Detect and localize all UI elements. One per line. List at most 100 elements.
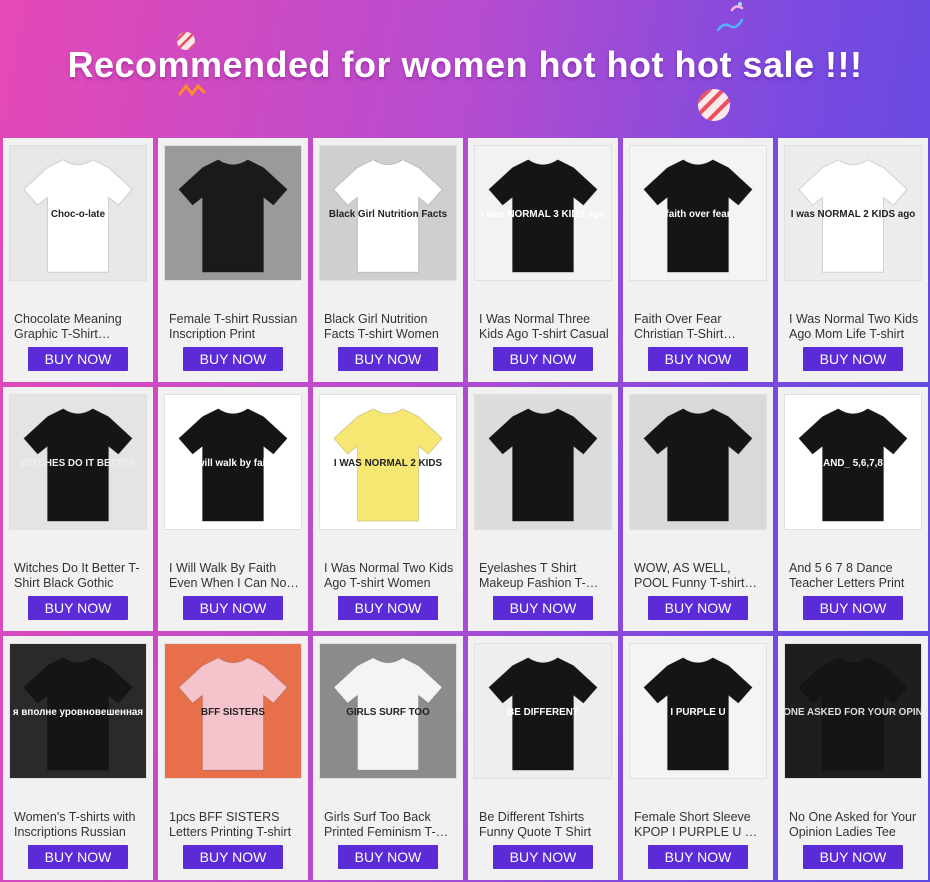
buy-now-button[interactable]: BUY NOW: [803, 596, 903, 620]
product-card[interactable]: WOW, AS WELL, POOL Funny T-shirt Women BU…: [623, 387, 773, 631]
product-card[interactable]: Choc-o-late Chocolate Meaning Graphic T-S…: [3, 138, 153, 382]
svg-text:faith over fear: faith over fear: [665, 209, 730, 220]
product-title[interactable]: And 5 6 7 8 Dance Teacher Letters Print: [789, 561, 919, 591]
product-image[interactable]: [474, 394, 612, 530]
svg-text:Black Girl Nutrition Facts: Black Girl Nutrition Facts: [329, 209, 448, 220]
buy-now-button[interactable]: BUY NOW: [803, 347, 903, 371]
product-title[interactable]: I Was Normal Two Kids Ago Mom Life T-shi…: [789, 312, 919, 342]
confetti-ribbon-decoration: [716, 2, 744, 32]
tshirt-photo-icon: Black Girl Nutrition Facts: [320, 146, 456, 280]
product-card[interactable]: Black Girl Nutrition Facts Black Girl Nut…: [313, 138, 463, 382]
product-image[interactable]: [629, 394, 767, 530]
product-card[interactable]: I was NORMAL 2 KIDS ago I Was Normal Two …: [778, 138, 928, 382]
product-title[interactable]: Female T-shirt Russian Inscription Print: [169, 312, 299, 342]
tshirt-photo-icon: NO ONE ASKED FOR YOUR OPINION: [785, 644, 921, 778]
svg-text:I will walk by faith: I will walk by faith: [191, 458, 274, 469]
product-card[interactable]: NO ONE ASKED FOR YOUR OPINION No One Aske…: [778, 636, 928, 880]
striped-ball-decoration-large: [698, 89, 730, 121]
tshirt-photo-icon: WITCHES DO IT BETTER: [10, 395, 146, 529]
product-title[interactable]: WOW, AS WELL, POOL Funny T-shirt Women: [634, 561, 764, 591]
product-card[interactable]: I PURPLE U Female Short Sleeve KPOP I PUR…: [623, 636, 773, 880]
product-image[interactable]: WITCHES DO IT BETTER: [9, 394, 147, 530]
tshirt-photo-icon: я вполне уровновешенная: [10, 644, 146, 778]
svg-text:я вполне уровновешенная: я вполне уровновешенная: [13, 707, 143, 718]
product-title[interactable]: 1pcs BFF SISTERS Letters Printing T-shir…: [169, 810, 299, 840]
product-image[interactable]: I will walk by faith: [164, 394, 302, 530]
buy-now-button[interactable]: BUY NOW: [648, 347, 748, 371]
buy-now-button[interactable]: BUY NOW: [493, 845, 593, 869]
product-title[interactable]: Chocolate Meaning Graphic T-Shirt Women: [14, 312, 144, 342]
svg-text:I PURPLE U: I PURPLE U: [670, 707, 725, 718]
product-card[interactable]: faith over fear Faith Over Fear Christian…: [623, 138, 773, 382]
tshirt-photo-icon: I PURPLE U: [630, 644, 766, 778]
buy-now-button[interactable]: BUY NOW: [493, 596, 593, 620]
buy-now-button[interactable]: BUY NOW: [183, 596, 283, 620]
product-card[interactable]: я вполне уровновешенная Women's T-shirts …: [3, 636, 153, 880]
svg-text:BE DIFFERENT: BE DIFFERENT: [507, 707, 579, 718]
product-grid: Choc-o-late Chocolate Meaning Graphic T-S…: [3, 138, 928, 880]
product-image[interactable]: GIRLS SURF TOO: [319, 643, 457, 779]
buy-now-button[interactable]: BUY NOW: [338, 845, 438, 869]
tshirt-photo-icon: faith over fear: [630, 146, 766, 280]
buy-now-button[interactable]: BUY NOW: [28, 596, 128, 620]
tshirt-photo-icon: I was NORMAL 3 KIDS ago: [475, 146, 611, 280]
product-title[interactable]: I Was Normal Two Kids Ago T-shirt Women: [324, 561, 454, 591]
product-title[interactable]: Black Girl Nutrition Facts T-shirt Women: [324, 312, 454, 342]
buy-now-button[interactable]: BUY NOW: [338, 596, 438, 620]
buy-now-button[interactable]: BUY NOW: [183, 845, 283, 869]
buy-now-button[interactable]: BUY NOW: [648, 596, 748, 620]
tshirt-photo-icon: I WAS NORMAL 2 KIDS: [320, 395, 456, 529]
product-image[interactable]: BE DIFFERENT: [474, 643, 612, 779]
product-image[interactable]: Black Girl Nutrition Facts: [319, 145, 457, 281]
tshirt-photo-icon: AND_ 5,6,7,8: [785, 395, 921, 529]
svg-text:I was NORMAL 2 KIDS ago: I was NORMAL 2 KIDS ago: [791, 209, 916, 220]
svg-text:I WAS NORMAL 2 KIDS: I WAS NORMAL 2 KIDS: [334, 458, 443, 469]
product-title[interactable]: No One Asked for Your Opinion Ladies Tee: [789, 810, 919, 840]
product-title[interactable]: I Will Walk By Faith Even When I Can Not…: [169, 561, 299, 591]
product-image[interactable]: I WAS NORMAL 2 KIDS: [319, 394, 457, 530]
product-card[interactable]: I WAS NORMAL 2 KIDS I Was Normal Two Kids…: [313, 387, 463, 631]
product-title[interactable]: Eyelashes T Shirt Makeup Fashion T-shirt: [479, 561, 609, 591]
product-card[interactable]: GIRLS SURF TOO Girls Surf Too Back Printe…: [313, 636, 463, 880]
buy-now-button[interactable]: BUY NOW: [183, 347, 283, 371]
product-title[interactable]: Be Different Tshirts Funny Quote T Shirt: [479, 810, 609, 840]
product-card[interactable]: AND_ 5,6,7,8 And 5 6 7 8 Dance Teacher Le…: [778, 387, 928, 631]
buy-now-button[interactable]: BUY NOW: [648, 845, 748, 869]
buy-now-button[interactable]: BUY NOW: [803, 845, 903, 869]
buy-now-button[interactable]: BUY NOW: [338, 347, 438, 371]
product-image[interactable]: Choc-o-late: [9, 145, 147, 281]
svg-text:Choc-o-late: Choc-o-late: [51, 209, 106, 220]
product-card[interactable]: I will walk by faith I Will Walk By Faith…: [158, 387, 308, 631]
product-title[interactable]: Witches Do It Better T-Shirt Black Gothi…: [14, 561, 144, 591]
tshirt-photo-icon: BE DIFFERENT: [475, 644, 611, 778]
product-card[interactable]: Female T-shirt Russian Inscription Print…: [158, 138, 308, 382]
product-image[interactable]: I was NORMAL 2 KIDS ago: [784, 145, 922, 281]
product-image[interactable]: BFF SISTERS: [164, 643, 302, 779]
product-title[interactable]: I Was Normal Three Kids Ago T-shirt Casu…: [479, 312, 609, 342]
product-image[interactable]: AND_ 5,6,7,8: [784, 394, 922, 530]
product-image[interactable]: [164, 145, 302, 281]
product-card[interactable]: BE DIFFERENT Be Different Tshirts Funny Q…: [468, 636, 618, 880]
product-image[interactable]: faith over fear: [629, 145, 767, 281]
tshirt-photo-icon: I was NORMAL 2 KIDS ago: [785, 146, 921, 280]
product-title[interactable]: Female Short Sleeve KPOP I PURPLE U T-sh…: [634, 810, 764, 840]
svg-text:AND_ 5,6,7,8: AND_ 5,6,7,8: [823, 458, 883, 469]
product-card[interactable]: BFF SISTERS 1pcs BFF SISTERS Letters Prin…: [158, 636, 308, 880]
product-card[interactable]: I was NORMAL 3 KIDS ago I Was Normal Thre…: [468, 138, 618, 382]
product-title[interactable]: Faith Over Fear Christian T-Shirt Women: [634, 312, 764, 342]
tshirt-photo-icon: I will walk by faith: [165, 395, 301, 529]
product-title[interactable]: Girls Surf Too Back Printed Feminism T-s…: [324, 810, 454, 840]
buy-now-button[interactable]: BUY NOW: [28, 347, 128, 371]
product-image[interactable]: я вполне уровновешенная: [9, 643, 147, 779]
product-card[interactable]: Eyelashes T Shirt Makeup Fashion T-shirt…: [468, 387, 618, 631]
svg-text:GIRLS SURF TOO: GIRLS SURF TOO: [346, 707, 430, 718]
product-image[interactable]: I was NORMAL 3 KIDS ago: [474, 145, 612, 281]
product-card[interactable]: WITCHES DO IT BETTER Witches Do It Better…: [3, 387, 153, 631]
product-title[interactable]: Women's T-shirts with Inscriptions Russi…: [14, 810, 144, 840]
svg-text:WITCHES DO IT BETTER: WITCHES DO IT BETTER: [20, 458, 136, 469]
tshirt-photo-icon: GIRLS SURF TOO: [320, 644, 456, 778]
product-image[interactable]: I PURPLE U: [629, 643, 767, 779]
product-image[interactable]: NO ONE ASKED FOR YOUR OPINION: [784, 643, 922, 779]
buy-now-button[interactable]: BUY NOW: [493, 347, 593, 371]
buy-now-button[interactable]: BUY NOW: [28, 845, 128, 869]
